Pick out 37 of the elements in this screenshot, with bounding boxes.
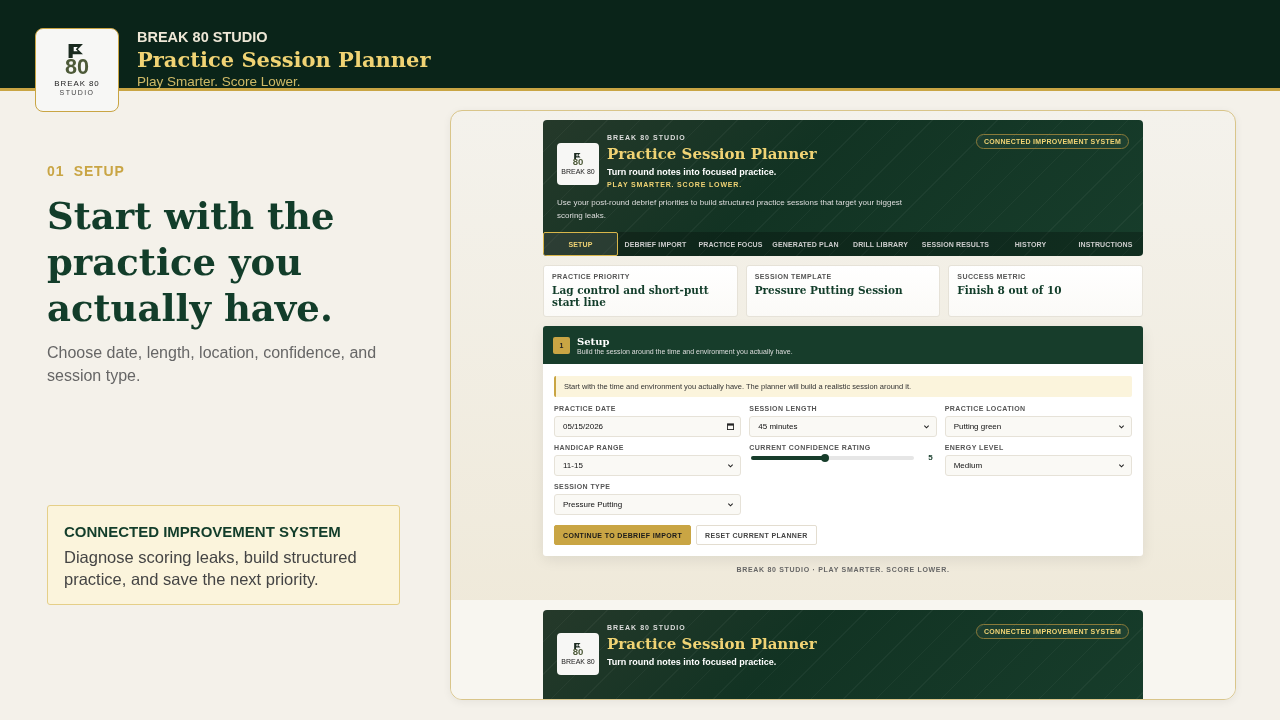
chevron-down-icon [727, 501, 735, 508]
subtitle: Turn round notes into focused practice. [607, 656, 778, 669]
calendar-icon [727, 423, 735, 430]
app-title: Practice Session Planner [137, 46, 431, 74]
subtitle: Turn round notes into focused practice. [607, 166, 778, 179]
card-value: Pressure Putting Session [754, 284, 904, 296]
chevron-down-icon [1118, 423, 1125, 430]
date-field[interactable]: 05/15/2026 [554, 416, 742, 437]
select-field[interactable]: Putting green [944, 416, 1132, 437]
headline: Start with the practice you actually have. [47, 193, 336, 331]
tagline: Play Smarter. Score Lower. [137, 74, 302, 90]
description: Choose date, length, location, confidence, and session type. [47, 343, 377, 386]
description: Use your post-round debrief priorities to build structured practice sessions that target your biggest scoring leaks. [556, 197, 904, 222]
step-label: 01 SETUP [47, 163, 126, 179]
select-field[interactable]: 11-15 [554, 455, 742, 476]
slider-value: 5 [928, 453, 934, 462]
flag-icon [573, 642, 583, 649]
slider-thumb[interactable] [820, 453, 829, 462]
chevron-down-icon [922, 423, 930, 430]
logo-mark: 80 [572, 646, 584, 657]
logo-mark: 80 [65, 56, 89, 79]
chevron-down-icon [1118, 462, 1125, 469]
app-title: Practice Session Planner [607, 144, 817, 165]
chevron-down-icon [727, 462, 735, 469]
flag-icon [573, 152, 583, 159]
brand-name: BREAK 80 STUDIO [137, 28, 269, 46]
logo-mark: 80 [572, 156, 584, 167]
card-value: Lag control and short-putt start line [552, 284, 710, 308]
slider-track[interactable] [751, 455, 915, 460]
card-value: Finish 8 out of 10 [957, 284, 1063, 296]
app-title: Practice Session Planner [607, 634, 817, 655]
section-title: Setup [577, 335, 611, 348]
select-field[interactable]: 45 minutes [749, 416, 937, 437]
select-field[interactable]: Pressure Putting [554, 494, 742, 515]
select-field[interactable]: Medium [944, 455, 1132, 476]
callout-title: CONNECTED IMPROVEMENT SYSTEM [64, 523, 342, 540]
callout-text: Diagnose scoring leaks, build structured practice, and save the next priority. [64, 547, 358, 590]
